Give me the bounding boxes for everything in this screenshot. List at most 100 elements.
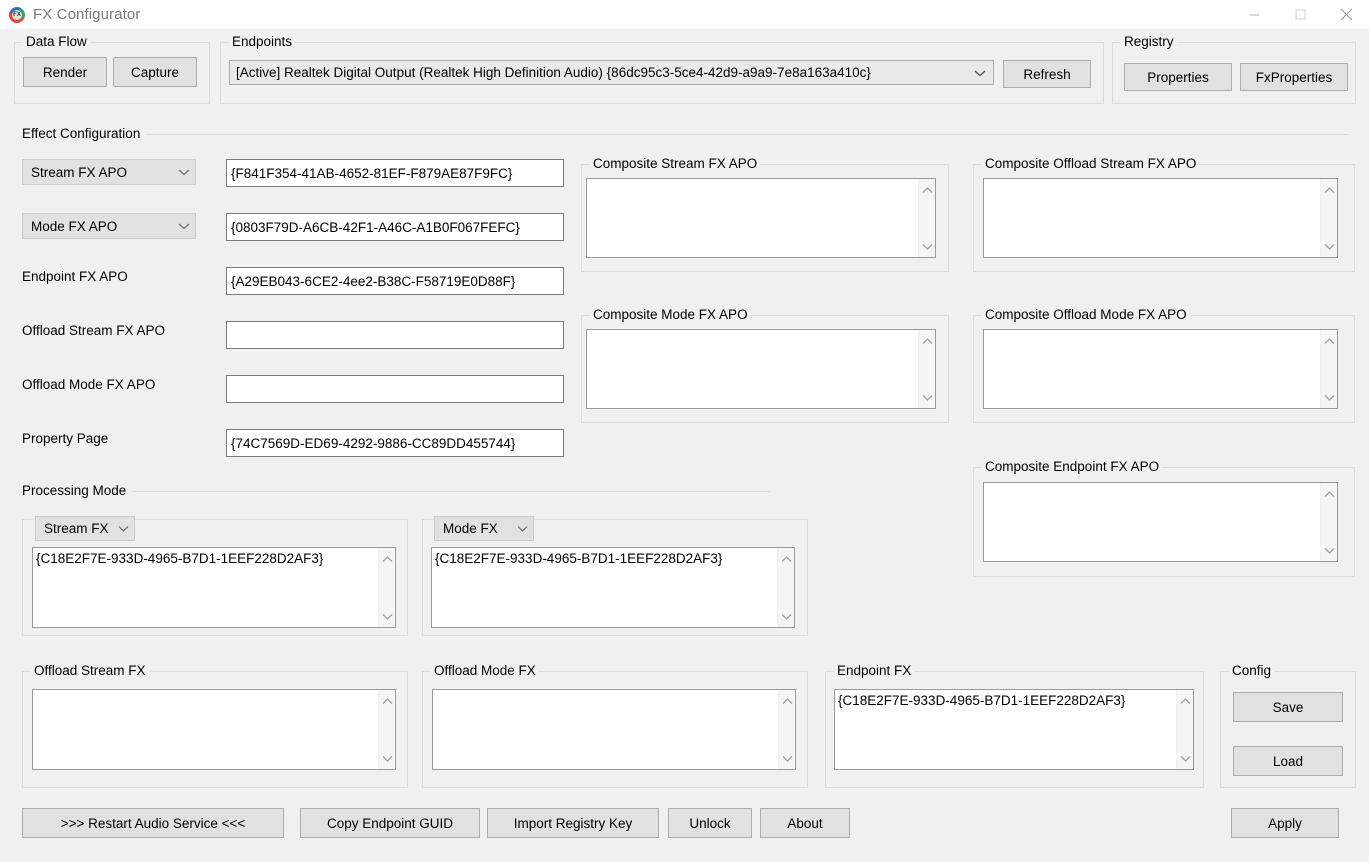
- offload-mode-fx-apo-input[interactable]: [226, 375, 564, 403]
- composite-offload-stream-fx-apo-list[interactable]: [983, 178, 1338, 258]
- composite-mode-fx-apo-list[interactable]: [586, 329, 936, 409]
- offload-stream-fx-apo-label: Offload Stream FX APO: [22, 323, 166, 338]
- composite-offload-mode-fx-apo-title: Composite Offload Mode FX APO: [982, 307, 1190, 322]
- composite-endpoint-fx-apo-list[interactable]: [983, 482, 1338, 562]
- property-page-input[interactable]: [226, 429, 564, 457]
- chevron-up-icon[interactable]: [1321, 334, 1338, 348]
- endpoint-fx-apo-label: Endpoint FX APO: [22, 269, 128, 284]
- offload-mode-fx-group: Offload Mode FX: [422, 663, 808, 788]
- endpoint-fx-title: Endpoint FX: [834, 663, 915, 678]
- chevron-up-icon[interactable]: [919, 334, 936, 348]
- load-button[interactable]: Load: [1233, 746, 1343, 776]
- mode-fx-list[interactable]: {C18E2F7E-933D-4965-B7D1-1EEF228D2AF3}: [431, 547, 795, 628]
- property-page-label: Property Page: [22, 431, 109, 446]
- chevron-down-icon[interactable]: [1321, 239, 1338, 253]
- chevron-down-icon: [511, 525, 533, 532]
- scrollbar[interactable]: [1320, 483, 1337, 561]
- composite-offload-mode-fx-apo-list[interactable]: [983, 329, 1338, 409]
- endpoint-fx-apo-input[interactable]: [226, 267, 564, 295]
- mode-fx-mode-select[interactable]: Mode FX: [434, 516, 534, 541]
- capture-button[interactable]: Capture: [113, 57, 197, 87]
- composite-offload-stream-fx-apo-group: Composite Offload Stream FX APO: [973, 156, 1355, 272]
- copy-endpoint-guid-button[interactable]: Copy Endpoint GUID: [300, 808, 480, 838]
- scrollbar[interactable]: [378, 690, 395, 769]
- about-button[interactable]: About: [760, 808, 850, 838]
- refresh-button[interactable]: Refresh: [1003, 60, 1091, 88]
- processing-mode-section: Processing Mode: [22, 483, 770, 498]
- stream-fx-mode-select-value: Stream FX: [44, 521, 109, 536]
- stream-fx-apo-select-value: Stream FX APO: [31, 164, 128, 180]
- chevron-up-icon[interactable]: [919, 183, 936, 197]
- stream-fx-apo-select[interactable]: Stream FX APO: [22, 159, 196, 185]
- save-button[interactable]: Save: [1233, 692, 1343, 722]
- processing-mode-title: Processing Mode: [22, 483, 133, 498]
- scrollbar[interactable]: [778, 690, 795, 769]
- chevron-up-icon[interactable]: [1321, 487, 1338, 501]
- endpoint-fx-list[interactable]: {C18E2F7E-933D-4965-B7D1-1EEF228D2AF3}: [834, 689, 1194, 770]
- mode-fx-apo-select[interactable]: Mode FX APO: [22, 213, 196, 239]
- render-button[interactable]: Render: [23, 57, 107, 87]
- chevron-down-icon: [967, 69, 993, 77]
- chevron-up-icon[interactable]: [379, 552, 396, 566]
- restart-audio-service-button[interactable]: >>> Restart Audio Service <<<: [22, 808, 284, 838]
- scrollbar[interactable]: [918, 330, 935, 408]
- offload-stream-fx-list[interactable]: [32, 689, 396, 770]
- fxproperties-button[interactable]: FxProperties: [1240, 63, 1348, 91]
- scrollbar[interactable]: [1176, 690, 1193, 769]
- offload-mode-fx-list[interactable]: [432, 689, 796, 770]
- composite-offload-mode-fx-apo-group: Composite Offload Mode FX APO: [973, 307, 1355, 423]
- chevron-up-icon[interactable]: [779, 694, 796, 708]
- registry-group-title: Registry: [1121, 34, 1177, 49]
- composite-stream-fx-apo-title: Composite Stream FX APO: [590, 156, 761, 171]
- composite-offload-mode-fx-apo-list-value: [984, 330, 1320, 408]
- offload-mode-fx-apo-label: Offload Mode FX APO: [22, 377, 156, 392]
- offload-stream-fx-title: Offload Stream FX: [31, 663, 149, 678]
- apply-button[interactable]: Apply: [1231, 808, 1339, 838]
- effect-configuration-section: Effect Configuration: [22, 126, 1348, 141]
- scrollbar[interactable]: [378, 548, 395, 627]
- scrollbar[interactable]: [1320, 330, 1337, 408]
- composite-stream-fx-apo-list[interactable]: [586, 178, 936, 258]
- chevron-down-icon[interactable]: [1321, 543, 1338, 557]
- scrollbar[interactable]: [1320, 179, 1337, 257]
- data-flow-group-title: Data Flow: [23, 34, 90, 49]
- mode-fx-apo-input[interactable]: [226, 213, 564, 241]
- chevron-down-icon[interactable]: [1177, 751, 1194, 765]
- endpoint-select[interactable]: [Active] Realtek Digital Output (Realtek…: [229, 60, 994, 85]
- scrollbar[interactable]: [777, 548, 794, 627]
- window-controls: [1231, 0, 1369, 30]
- chevron-up-icon[interactable]: [379, 694, 396, 708]
- stream-fx-apo-input[interactable]: [226, 159, 564, 187]
- offload-stream-fx-list-value: [33, 690, 378, 769]
- endpoint-fx-group: Endpoint FX {C18E2F7E-933D-4965-B7D1-1EE…: [825, 663, 1204, 788]
- chevron-down-icon[interactable]: [919, 390, 936, 404]
- scrollbar[interactable]: [918, 179, 935, 257]
- close-icon[interactable]: [1323, 0, 1369, 30]
- offload-mode-fx-title: Offload Mode FX: [431, 663, 539, 678]
- chevron-down-icon: [173, 168, 195, 176]
- stream-fx-mode-select[interactable]: Stream FX: [35, 516, 135, 541]
- import-registry-key-button[interactable]: Import Registry Key: [487, 808, 659, 838]
- chevron-down-icon[interactable]: [779, 751, 796, 765]
- maximize-icon[interactable]: [1277, 0, 1323, 30]
- properties-button[interactable]: Properties: [1124, 63, 1232, 91]
- offload-stream-fx-apo-input[interactable]: [226, 321, 564, 349]
- minimize-icon[interactable]: [1231, 0, 1277, 30]
- chevron-down-icon[interactable]: [379, 751, 396, 765]
- chevron-up-icon[interactable]: [778, 552, 795, 566]
- fx-app-icon: [9, 6, 25, 23]
- chevron-up-icon[interactable]: [1321, 183, 1338, 197]
- offload-mode-fx-list-value: [433, 690, 778, 769]
- composite-endpoint-fx-apo-title: Composite Endpoint FX APO: [982, 459, 1163, 474]
- chevron-down-icon[interactable]: [919, 239, 936, 253]
- composite-mode-fx-apo-group: Composite Mode FX APO: [581, 307, 949, 423]
- chevron-down-icon[interactable]: [379, 609, 396, 623]
- composite-mode-fx-apo-title: Composite Mode FX APO: [590, 307, 751, 322]
- endpoints-group: Endpoints [Active] Realtek Digital Outpu…: [220, 34, 1104, 104]
- stream-fx-list[interactable]: {C18E2F7E-933D-4965-B7D1-1EEF228D2AF3}: [32, 547, 396, 628]
- chevron-down-icon[interactable]: [778, 609, 795, 623]
- chevron-up-icon[interactable]: [1177, 694, 1194, 708]
- unlock-button[interactable]: Unlock: [668, 808, 752, 838]
- offload-stream-fx-group: Offload Stream FX: [22, 663, 408, 788]
- chevron-down-icon[interactable]: [1321, 390, 1338, 404]
